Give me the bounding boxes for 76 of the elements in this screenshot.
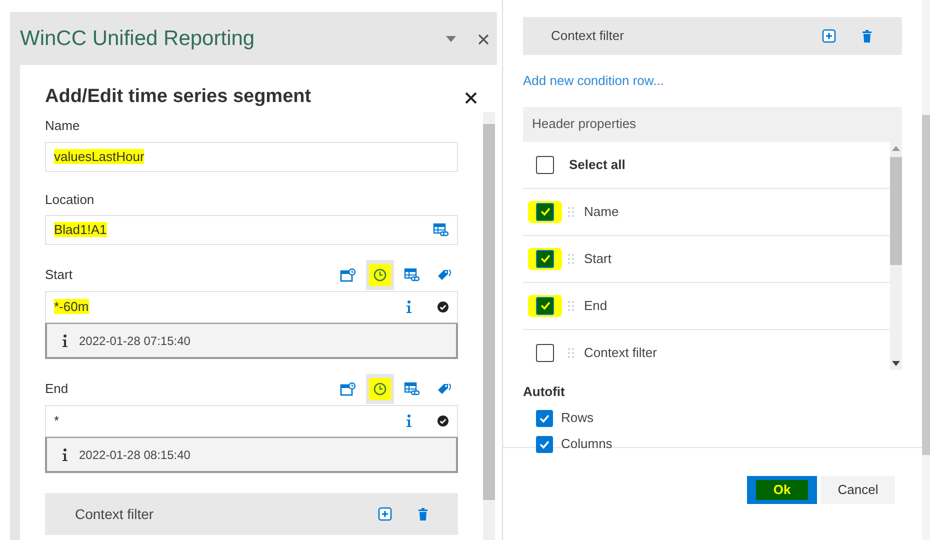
add-condition-link[interactable]: Add new condition row... [523,71,664,90]
checkbox-label: Rows [561,409,594,428]
add-button[interactable] [822,29,836,43]
field-label: Location [45,190,94,208]
add-button[interactable] [378,507,392,521]
checkbox[interactable] [536,156,554,174]
add-icon [378,507,392,521]
close-icon [478,34,489,45]
field-value: * [54,413,60,428]
delete-button[interactable] [418,508,428,520]
check-icon [539,414,550,422]
info-button[interactable] [405,300,413,314]
ok-button[interactable]: Ok [747,476,817,504]
trash-icon [418,508,428,520]
field-label: Start [45,266,74,284]
info-button[interactable] [405,414,413,428]
calendar-clock-icon [340,382,356,396]
check-circle-icon [437,415,449,427]
info-icon [61,334,69,348]
property-label: End [584,296,608,315]
drag-handle-icon[interactable] [568,254,574,264]
property-label: Start [584,250,612,268]
field-value: Blad1!A1 [54,222,107,238]
drag-handle-icon[interactable] [568,348,574,358]
resolved-time: 2022-01-28 07:15:40 [79,332,190,350]
pane-title: WinCC Unified Reporting [20,26,256,52]
scrollbar[interactable] [922,0,930,540]
checkbox-label: Columns [561,435,612,454]
table-link-icon [404,382,420,396]
time-expression-field[interactable]: * [45,405,458,437]
cancel-button[interactable]: Cancel [821,476,895,504]
check-icon [540,207,550,216]
checkbox[interactable] [536,436,553,452]
dialog-title: Add/Edit time series segment [45,85,312,110]
check-icon [540,301,550,310]
scroll-up-icon[interactable] [892,146,900,150]
field-value: *-60m [54,299,89,314]
resolved-time: 2022-01-28 08:15:40 [79,446,190,464]
trash-icon [862,30,872,42]
table-link-icon [404,268,420,282]
check-circle-icon [437,301,449,313]
scrollbar[interactable] [890,142,902,370]
info-icon [61,448,69,462]
drag-handle-icon[interactable] [568,300,574,310]
field-label: Name [45,117,80,135]
check-icon [539,440,550,448]
tag-icon [436,382,452,396]
select-all-label: Select all [569,156,626,174]
checkbox[interactable] [536,344,554,362]
context-filter-label: Context filter [551,27,625,46]
calendar-clock-icon [340,268,356,282]
add-icon [822,29,836,43]
scrollbar[interactable] [483,112,495,540]
location-field[interactable]: Blad1!A1 [45,215,458,245]
time-expression-field[interactable]: *-60m [45,291,458,323]
delete-button[interactable] [862,30,872,42]
tag-icon [436,268,452,282]
clock-icon [373,268,387,282]
caret-icon [446,36,456,42]
clock-mode-button[interactable] [366,260,394,290]
check-icon [540,254,550,263]
clock-icon [373,382,387,396]
drag-handle-icon[interactable] [568,206,574,216]
info-icon [405,300,413,314]
table-link-icon [433,223,449,237]
close-icon [465,92,477,104]
checkbox[interactable] [536,410,553,426]
section-title: Autofit [523,384,565,398]
property-label: Context filter [584,344,657,362]
property-label: Name [584,202,619,221]
section-title: Header properties [532,115,636,134]
info-icon [405,414,413,428]
clock-mode-button[interactable] [366,374,394,404]
field-label: End [45,380,70,398]
context-filter-label: Context filter [75,504,155,524]
scroll-down-icon[interactable] [892,360,900,366]
